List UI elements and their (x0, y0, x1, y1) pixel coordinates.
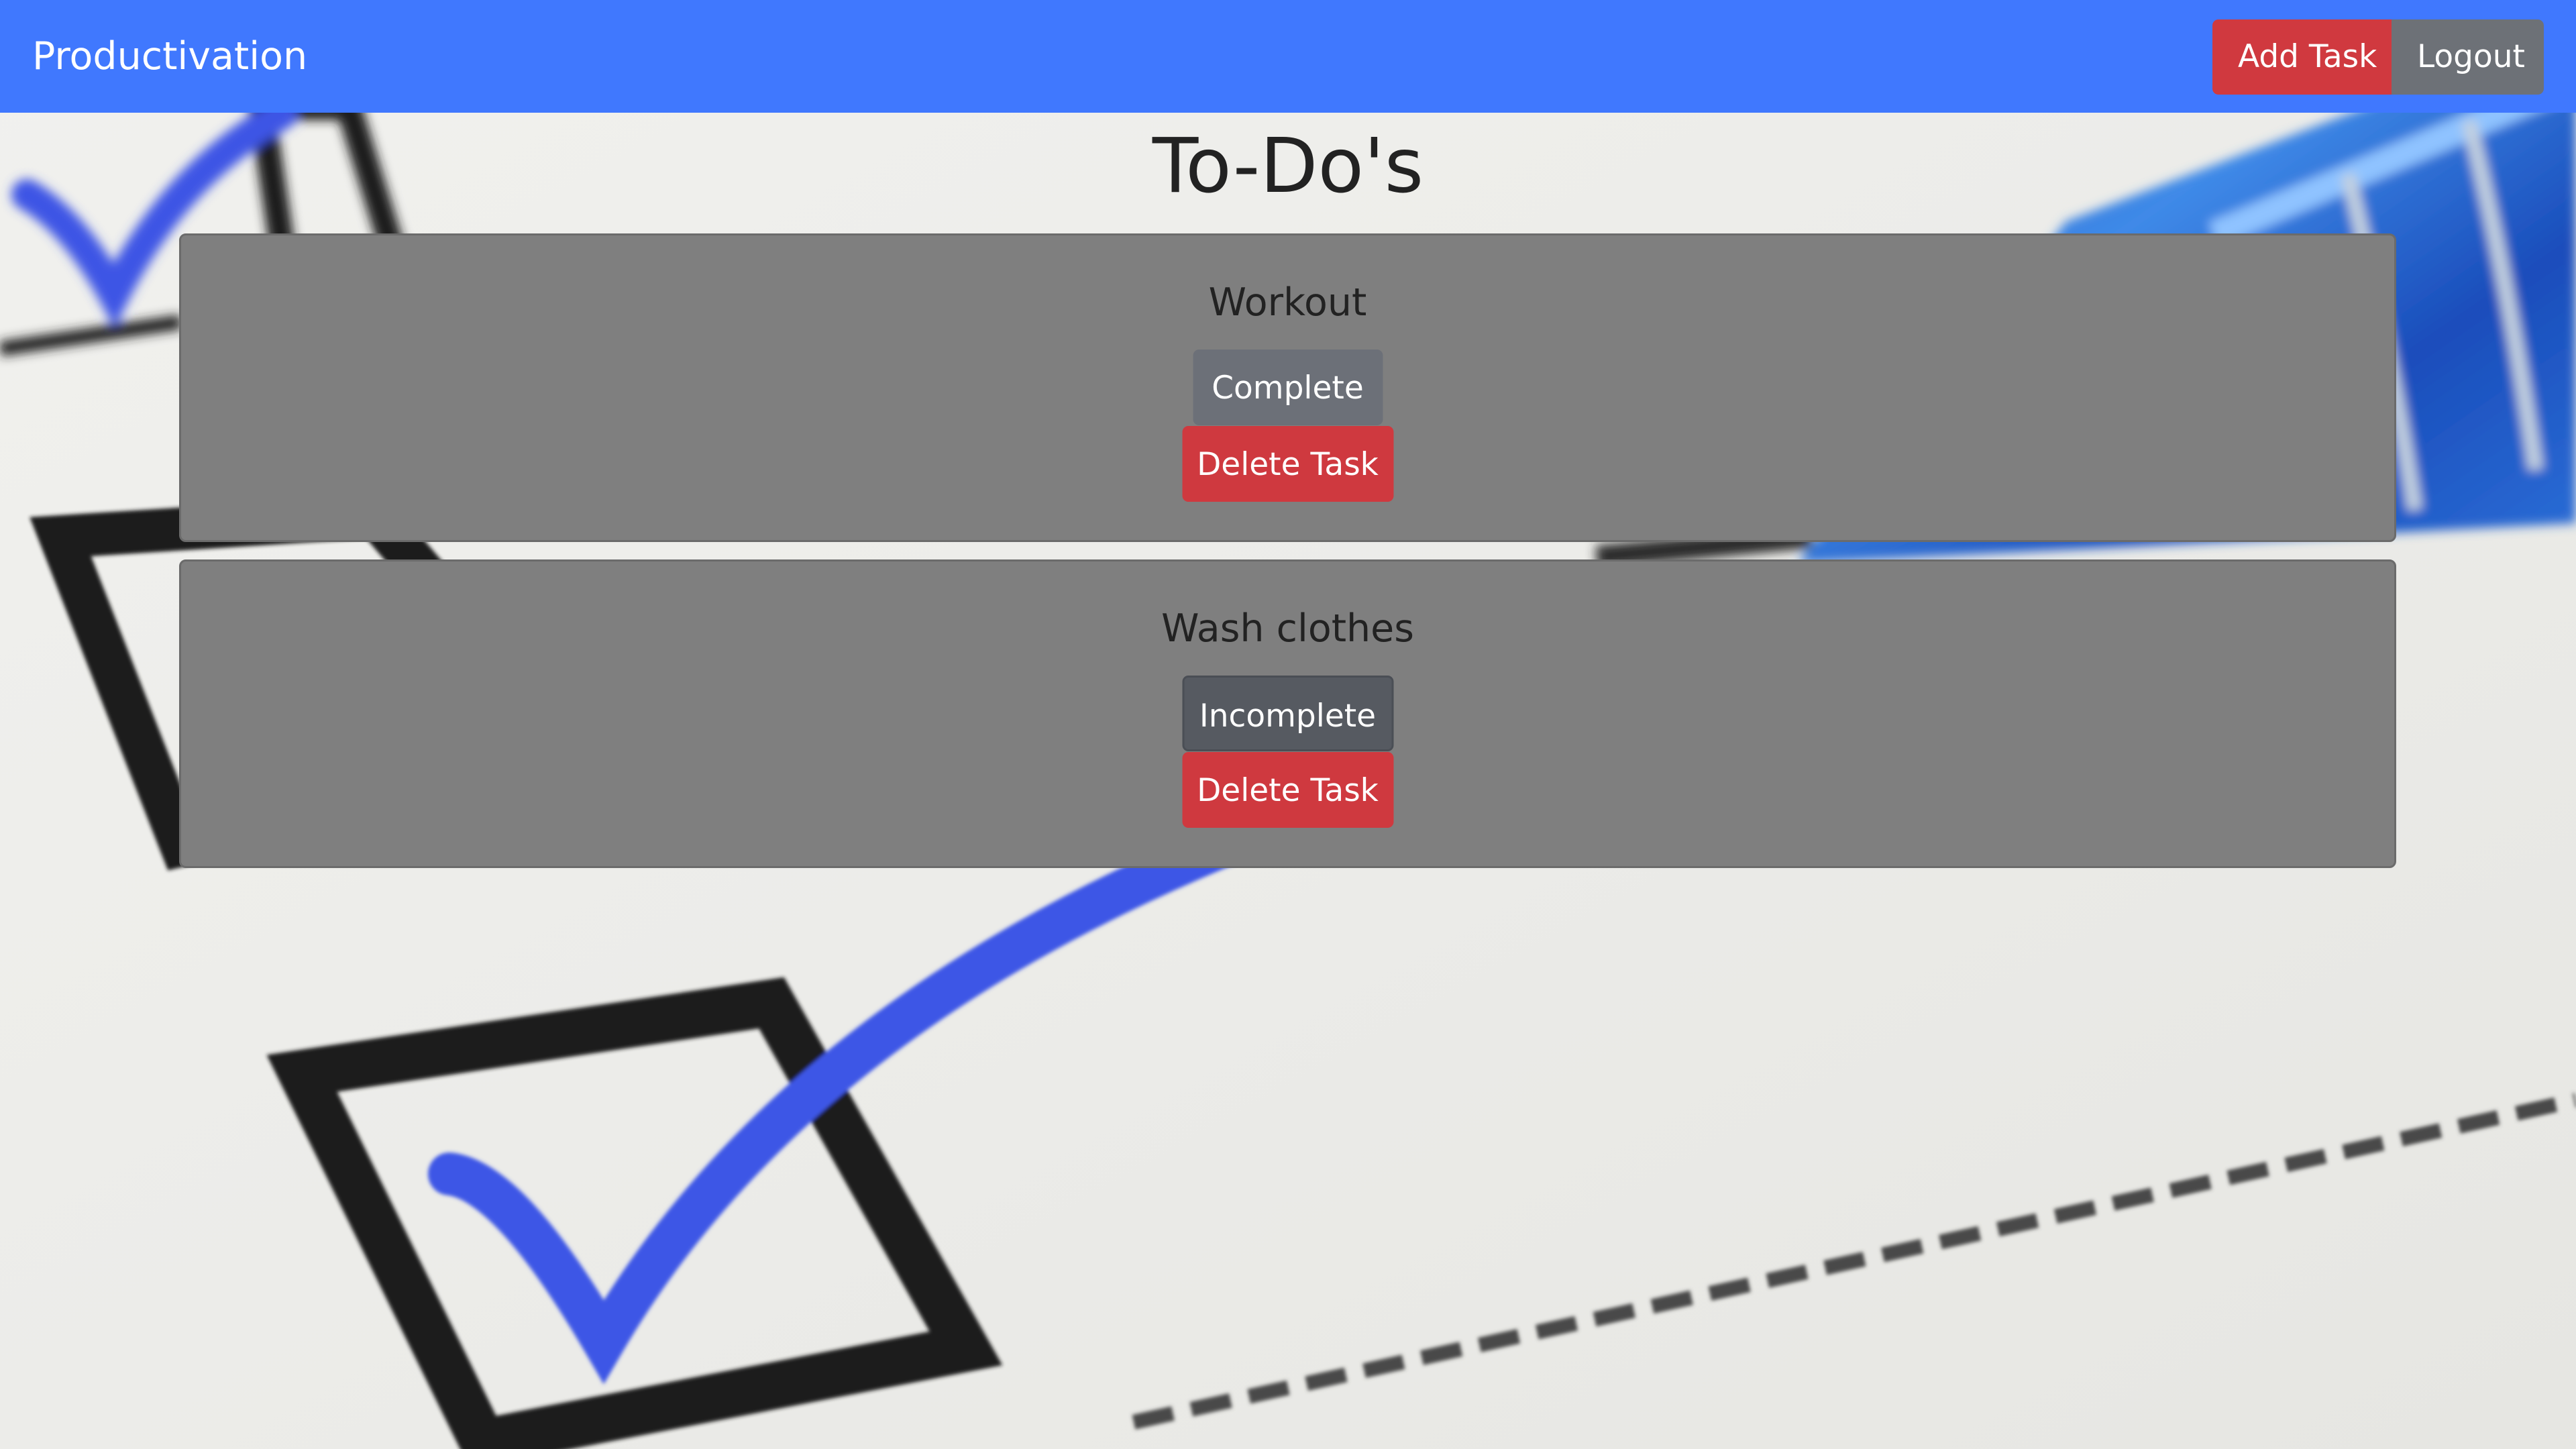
add-task-button[interactable]: Add Task (2212, 19, 2392, 95)
delete-task-button[interactable]: Delete Task (1182, 752, 1393, 828)
task-title: Wash clothes (1161, 606, 1414, 651)
logout-button[interactable]: Logout (2392, 19, 2544, 95)
incomplete-button[interactable]: Incomplete (1182, 676, 1393, 751)
task-card: Workout Complete Delete Task (179, 233, 2396, 542)
navbar-actions: Add Task Logout (2212, 19, 2544, 95)
page-title: To-Do's (1152, 123, 1424, 210)
complete-button[interactable]: Complete (1193, 350, 1383, 425)
task-card: Wash clothes Incomplete Delete Task (179, 559, 2396, 868)
delete-task-button[interactable]: Delete Task (1182, 426, 1393, 502)
navbar: Productivation Add Task Logout (0, 0, 2576, 113)
brand-title[interactable]: Productivation (32, 0, 307, 113)
task-title: Workout (1208, 280, 1367, 325)
